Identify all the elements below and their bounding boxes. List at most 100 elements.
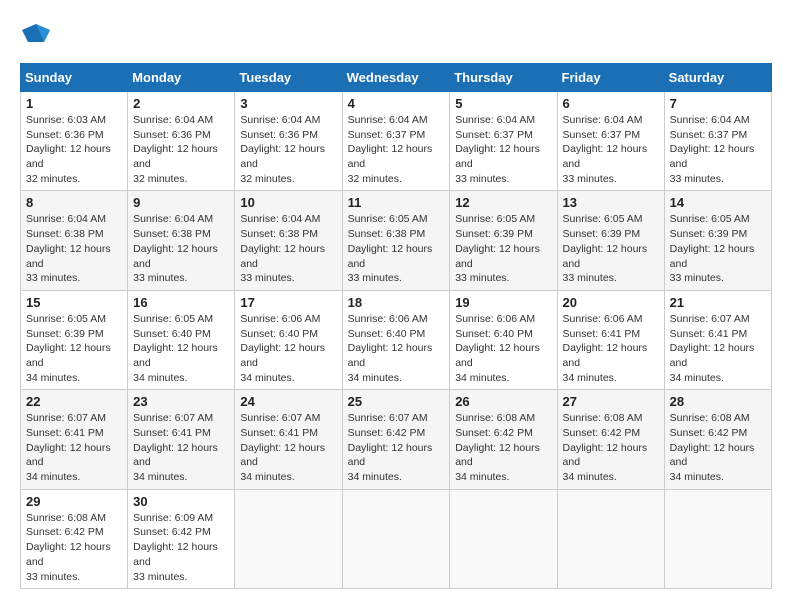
day-info: Sunrise: 6:05 AM Sunset: 6:40 PM Dayligh… — [133, 312, 229, 385]
calendar-cell: 18 Sunrise: 6:06 AM Sunset: 6:40 PM Dayl… — [342, 290, 450, 389]
day-number: 4 — [348, 96, 445, 111]
day-info: Sunrise: 6:05 AM Sunset: 6:38 PM Dayligh… — [348, 212, 445, 285]
day-number: 5 — [455, 96, 551, 111]
day-info: Sunrise: 6:08 AM Sunset: 6:42 PM Dayligh… — [670, 411, 766, 484]
logo — [20, 20, 50, 53]
day-info: Sunrise: 6:07 AM Sunset: 6:41 PM Dayligh… — [670, 312, 766, 385]
day-info: Sunrise: 6:05 AM Sunset: 6:39 PM Dayligh… — [670, 212, 766, 285]
calendar-header-friday: Friday — [557, 64, 664, 92]
day-info: Sunrise: 6:04 AM Sunset: 6:37 PM Dayligh… — [348, 113, 445, 186]
calendar-cell: 9 Sunrise: 6:04 AM Sunset: 6:38 PM Dayli… — [128, 191, 235, 290]
day-number: 20 — [563, 295, 659, 310]
calendar-cell: 23 Sunrise: 6:07 AM Sunset: 6:41 PM Dayl… — [128, 390, 235, 489]
calendar-cell: 21 Sunrise: 6:07 AM Sunset: 6:41 PM Dayl… — [664, 290, 771, 389]
calendar-cell: 10 Sunrise: 6:04 AM Sunset: 6:38 PM Dayl… — [235, 191, 342, 290]
day-number: 30 — [133, 494, 229, 509]
calendar-cell: 12 Sunrise: 6:05 AM Sunset: 6:39 PM Dayl… — [450, 191, 557, 290]
calendar-cell: 29 Sunrise: 6:08 AM Sunset: 6:42 PM Dayl… — [21, 489, 128, 588]
calendar-cell: 28 Sunrise: 6:08 AM Sunset: 6:42 PM Dayl… — [664, 390, 771, 489]
calendar-cell: 25 Sunrise: 6:07 AM Sunset: 6:42 PM Dayl… — [342, 390, 450, 489]
day-number: 12 — [455, 195, 551, 210]
calendar-header-saturday: Saturday — [664, 64, 771, 92]
day-number: 15 — [26, 295, 122, 310]
calendar-header-wednesday: Wednesday — [342, 64, 450, 92]
calendar-cell: 2 Sunrise: 6:04 AM Sunset: 6:36 PM Dayli… — [128, 92, 235, 191]
day-info: Sunrise: 6:04 AM Sunset: 6:38 PM Dayligh… — [26, 212, 122, 285]
day-info: Sunrise: 6:04 AM Sunset: 6:37 PM Dayligh… — [455, 113, 551, 186]
calendar-cell: 4 Sunrise: 6:04 AM Sunset: 6:37 PM Dayli… — [342, 92, 450, 191]
calendar-week-row: 1 Sunrise: 6:03 AM Sunset: 6:36 PM Dayli… — [21, 92, 772, 191]
day-info: Sunrise: 6:09 AM Sunset: 6:42 PM Dayligh… — [133, 511, 229, 584]
calendar-cell — [235, 489, 342, 588]
day-info: Sunrise: 6:08 AM Sunset: 6:42 PM Dayligh… — [563, 411, 659, 484]
day-number: 9 — [133, 195, 229, 210]
day-info: Sunrise: 6:07 AM Sunset: 6:41 PM Dayligh… — [240, 411, 336, 484]
logo-icon — [22, 20, 50, 48]
day-info: Sunrise: 6:06 AM Sunset: 6:41 PM Dayligh… — [563, 312, 659, 385]
calendar-cell: 3 Sunrise: 6:04 AM Sunset: 6:36 PM Dayli… — [235, 92, 342, 191]
calendar-header-sunday: Sunday — [21, 64, 128, 92]
calendar-week-row: 29 Sunrise: 6:08 AM Sunset: 6:42 PM Dayl… — [21, 489, 772, 588]
day-info: Sunrise: 6:04 AM Sunset: 6:37 PM Dayligh… — [670, 113, 766, 186]
calendar-header-monday: Monday — [128, 64, 235, 92]
calendar-cell: 30 Sunrise: 6:09 AM Sunset: 6:42 PM Dayl… — [128, 489, 235, 588]
calendar-table: SundayMondayTuesdayWednesdayThursdayFrid… — [20, 63, 772, 589]
day-info: Sunrise: 6:06 AM Sunset: 6:40 PM Dayligh… — [240, 312, 336, 385]
day-number: 16 — [133, 295, 229, 310]
calendar-cell: 11 Sunrise: 6:05 AM Sunset: 6:38 PM Dayl… — [342, 191, 450, 290]
day-info: Sunrise: 6:05 AM Sunset: 6:39 PM Dayligh… — [26, 312, 122, 385]
calendar-week-row: 22 Sunrise: 6:07 AM Sunset: 6:41 PM Dayl… — [21, 390, 772, 489]
day-number: 22 — [26, 394, 122, 409]
day-number: 2 — [133, 96, 229, 111]
day-info: Sunrise: 6:04 AM Sunset: 6:36 PM Dayligh… — [240, 113, 336, 186]
day-number: 11 — [348, 195, 445, 210]
day-info: Sunrise: 6:08 AM Sunset: 6:42 PM Dayligh… — [455, 411, 551, 484]
day-number: 19 — [455, 295, 551, 310]
day-info: Sunrise: 6:06 AM Sunset: 6:40 PM Dayligh… — [348, 312, 445, 385]
day-info: Sunrise: 6:04 AM Sunset: 6:38 PM Dayligh… — [240, 212, 336, 285]
calendar-cell: 8 Sunrise: 6:04 AM Sunset: 6:38 PM Dayli… — [21, 191, 128, 290]
day-number: 1 — [26, 96, 122, 111]
day-info: Sunrise: 6:07 AM Sunset: 6:41 PM Dayligh… — [133, 411, 229, 484]
calendar-cell: 17 Sunrise: 6:06 AM Sunset: 6:40 PM Dayl… — [235, 290, 342, 389]
day-number: 6 — [563, 96, 659, 111]
calendar-cell: 26 Sunrise: 6:08 AM Sunset: 6:42 PM Dayl… — [450, 390, 557, 489]
calendar-cell: 24 Sunrise: 6:07 AM Sunset: 6:41 PM Dayl… — [235, 390, 342, 489]
day-number: 29 — [26, 494, 122, 509]
calendar-week-row: 15 Sunrise: 6:05 AM Sunset: 6:39 PM Dayl… — [21, 290, 772, 389]
calendar-cell: 27 Sunrise: 6:08 AM Sunset: 6:42 PM Dayl… — [557, 390, 664, 489]
calendar-cell — [342, 489, 450, 588]
calendar-cell: 5 Sunrise: 6:04 AM Sunset: 6:37 PM Dayli… — [450, 92, 557, 191]
calendar-cell: 19 Sunrise: 6:06 AM Sunset: 6:40 PM Dayl… — [450, 290, 557, 389]
day-number: 3 — [240, 96, 336, 111]
day-number: 18 — [348, 295, 445, 310]
calendar-cell: 22 Sunrise: 6:07 AM Sunset: 6:41 PM Dayl… — [21, 390, 128, 489]
day-info: Sunrise: 6:07 AM Sunset: 6:41 PM Dayligh… — [26, 411, 122, 484]
day-number: 25 — [348, 394, 445, 409]
day-number: 7 — [670, 96, 766, 111]
day-info: Sunrise: 6:04 AM Sunset: 6:37 PM Dayligh… — [563, 113, 659, 186]
day-number: 21 — [670, 295, 766, 310]
day-info: Sunrise: 6:04 AM Sunset: 6:36 PM Dayligh… — [133, 113, 229, 186]
day-number: 8 — [26, 195, 122, 210]
day-number: 10 — [240, 195, 336, 210]
page-header — [20, 20, 772, 53]
day-number: 17 — [240, 295, 336, 310]
day-number: 26 — [455, 394, 551, 409]
calendar-header-thursday: Thursday — [450, 64, 557, 92]
day-info: Sunrise: 6:03 AM Sunset: 6:36 PM Dayligh… — [26, 113, 122, 186]
day-number: 24 — [240, 394, 336, 409]
calendar-cell — [557, 489, 664, 588]
calendar-cell: 15 Sunrise: 6:05 AM Sunset: 6:39 PM Dayl… — [21, 290, 128, 389]
day-info: Sunrise: 6:05 AM Sunset: 6:39 PM Dayligh… — [563, 212, 659, 285]
calendar-cell: 13 Sunrise: 6:05 AM Sunset: 6:39 PM Dayl… — [557, 191, 664, 290]
calendar-cell: 6 Sunrise: 6:04 AM Sunset: 6:37 PM Dayli… — [557, 92, 664, 191]
calendar-cell: 16 Sunrise: 6:05 AM Sunset: 6:40 PM Dayl… — [128, 290, 235, 389]
calendar-cell: 7 Sunrise: 6:04 AM Sunset: 6:37 PM Dayli… — [664, 92, 771, 191]
day-info: Sunrise: 6:08 AM Sunset: 6:42 PM Dayligh… — [26, 511, 122, 584]
day-info: Sunrise: 6:04 AM Sunset: 6:38 PM Dayligh… — [133, 212, 229, 285]
calendar-cell — [664, 489, 771, 588]
calendar-cell: 14 Sunrise: 6:05 AM Sunset: 6:39 PM Dayl… — [664, 191, 771, 290]
day-number: 28 — [670, 394, 766, 409]
day-number: 13 — [563, 195, 659, 210]
